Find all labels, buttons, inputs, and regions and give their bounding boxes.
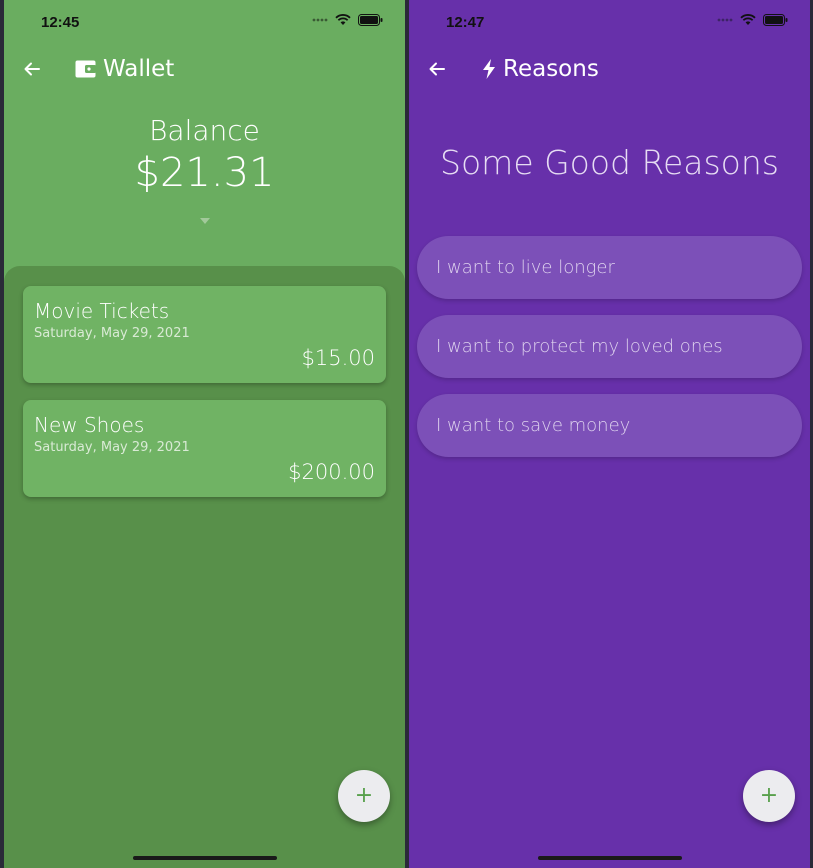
reason-item[interactable]: I want to protect my loved ones [417, 315, 802, 378]
back-arrow-icon[interactable] [428, 60, 446, 78]
transaction-amount: $200.00 [288, 460, 375, 484]
add-reason-button[interactable]: + [743, 770, 795, 822]
transaction-name: Movie Tickets [34, 299, 170, 323]
back-arrow-icon[interactable] [23, 60, 41, 78]
signal-dots-icon [312, 18, 328, 22]
transaction-card[interactable]: New Shoes Saturday, May 29, 2021 $200.00 [23, 400, 386, 497]
home-indicator [133, 856, 277, 860]
transaction-date: Saturday, May 29, 2021 [34, 326, 190, 341]
plus-icon: + [759, 783, 779, 808]
app-title: Wallet [75, 56, 174, 82]
wifi-icon [335, 14, 351, 25]
home-indicator [538, 856, 682, 860]
add-transaction-button[interactable]: + [338, 770, 390, 822]
wallet-screen: 12:45 Wallet Balance $21.31 Movie Ticket… [4, 0, 405, 868]
balance-value: $21.31 [134, 150, 275, 196]
transaction-card[interactable]: Movie Tickets Saturday, May 29, 2021 $15… [23, 286, 386, 383]
reason-item[interactable]: I want to live longer [417, 236, 802, 299]
transaction-date: Saturday, May 29, 2021 [34, 440, 190, 455]
status-time: 12:45 [41, 14, 80, 31]
balance-label: Balance [149, 114, 260, 147]
wallet-icon [75, 60, 96, 78]
status-icons [717, 14, 788, 26]
reasons-screen: 12:47 Reasons Some Good Reasons I want t… [409, 0, 810, 868]
status-time: 12:47 [446, 14, 485, 31]
reason-text: I want to live longer [436, 257, 615, 278]
app-title: Reasons [482, 56, 599, 82]
reason-text: I want to protect my loved ones [436, 336, 723, 357]
lightning-icon [483, 59, 495, 79]
plus-icon: + [354, 783, 374, 808]
battery-icon [358, 14, 383, 26]
status-icons [312, 14, 383, 26]
page-heading: Some Good Reasons [440, 143, 779, 182]
app-title-label: Reasons [503, 56, 599, 82]
app-title-label: Wallet [103, 56, 175, 82]
transaction-amount: $15.00 [301, 346, 375, 370]
wifi-icon [740, 14, 756, 25]
signal-dots-icon [717, 18, 733, 22]
reason-item[interactable]: I want to save money [417, 394, 802, 457]
reason-text: I want to save money [436, 415, 631, 436]
battery-icon [763, 14, 788, 26]
transaction-name: New Shoes [34, 413, 145, 437]
expand-caret-icon[interactable] [200, 218, 210, 224]
